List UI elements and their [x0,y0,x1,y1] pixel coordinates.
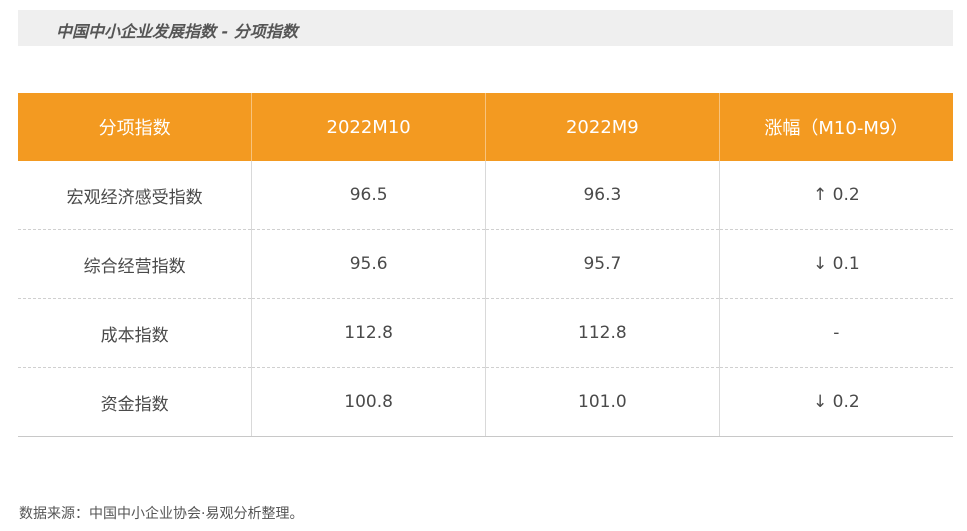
page-title: 中国中小企业发展指数 - 分项指数 [56,22,298,41]
table-cell-change: ↓ 0.1 [719,229,953,299]
table-cell-m9: 112.8 [485,298,720,368]
table-cell-m10: 96.5 [251,161,486,230]
table-cell-m9: 95.7 [485,229,720,299]
table-cell-name: 资金指数 [18,367,253,437]
table-cell-m10: 100.8 [251,367,486,437]
source-note: 数据来源：中国中小企业协会·易观分析整理。 [19,506,304,522]
table-cell-m9: 101.0 [485,367,720,437]
column-header-m9: 2022M9 [485,93,720,161]
table-cell-name: 成本指数 [18,298,253,368]
table-row: 宏观经济感受指数 96.5 96.3 ↑ 0.2 [18,161,953,230]
table-row: 综合经营指数 95.6 95.7 ↓ 0.1 [18,229,953,299]
table-cell-m10: 112.8 [251,298,486,368]
column-header-m10: 2022M10 [251,93,486,161]
table-cell-change: ↑ 0.2 [719,161,953,230]
column-header-change: 涨幅（M10-M9） [719,93,953,161]
table-header-row: 分项指数 2022M10 2022M9 涨幅（M10-M9） [18,93,953,161]
title-bar: 中国中小企业发展指数 - 分项指数 [18,10,953,46]
table-cell-name: 宏观经济感受指数 [18,161,253,230]
table-cell-m10: 95.6 [251,229,486,299]
table-cell-change: - [719,298,953,368]
index-table: 分项指数 2022M10 2022M9 涨幅（M10-M9） 宏观经济感受指数 … [18,93,953,437]
table-cell-m9: 96.3 [485,161,720,230]
table-cell-name: 综合经营指数 [18,229,253,299]
table-row: 成本指数 112.8 112.8 - [18,298,953,368]
table-cell-change: ↓ 0.2 [719,367,953,437]
table-row: 资金指数 100.8 101.0 ↓ 0.2 [18,367,953,437]
column-header-category: 分项指数 [18,93,253,161]
